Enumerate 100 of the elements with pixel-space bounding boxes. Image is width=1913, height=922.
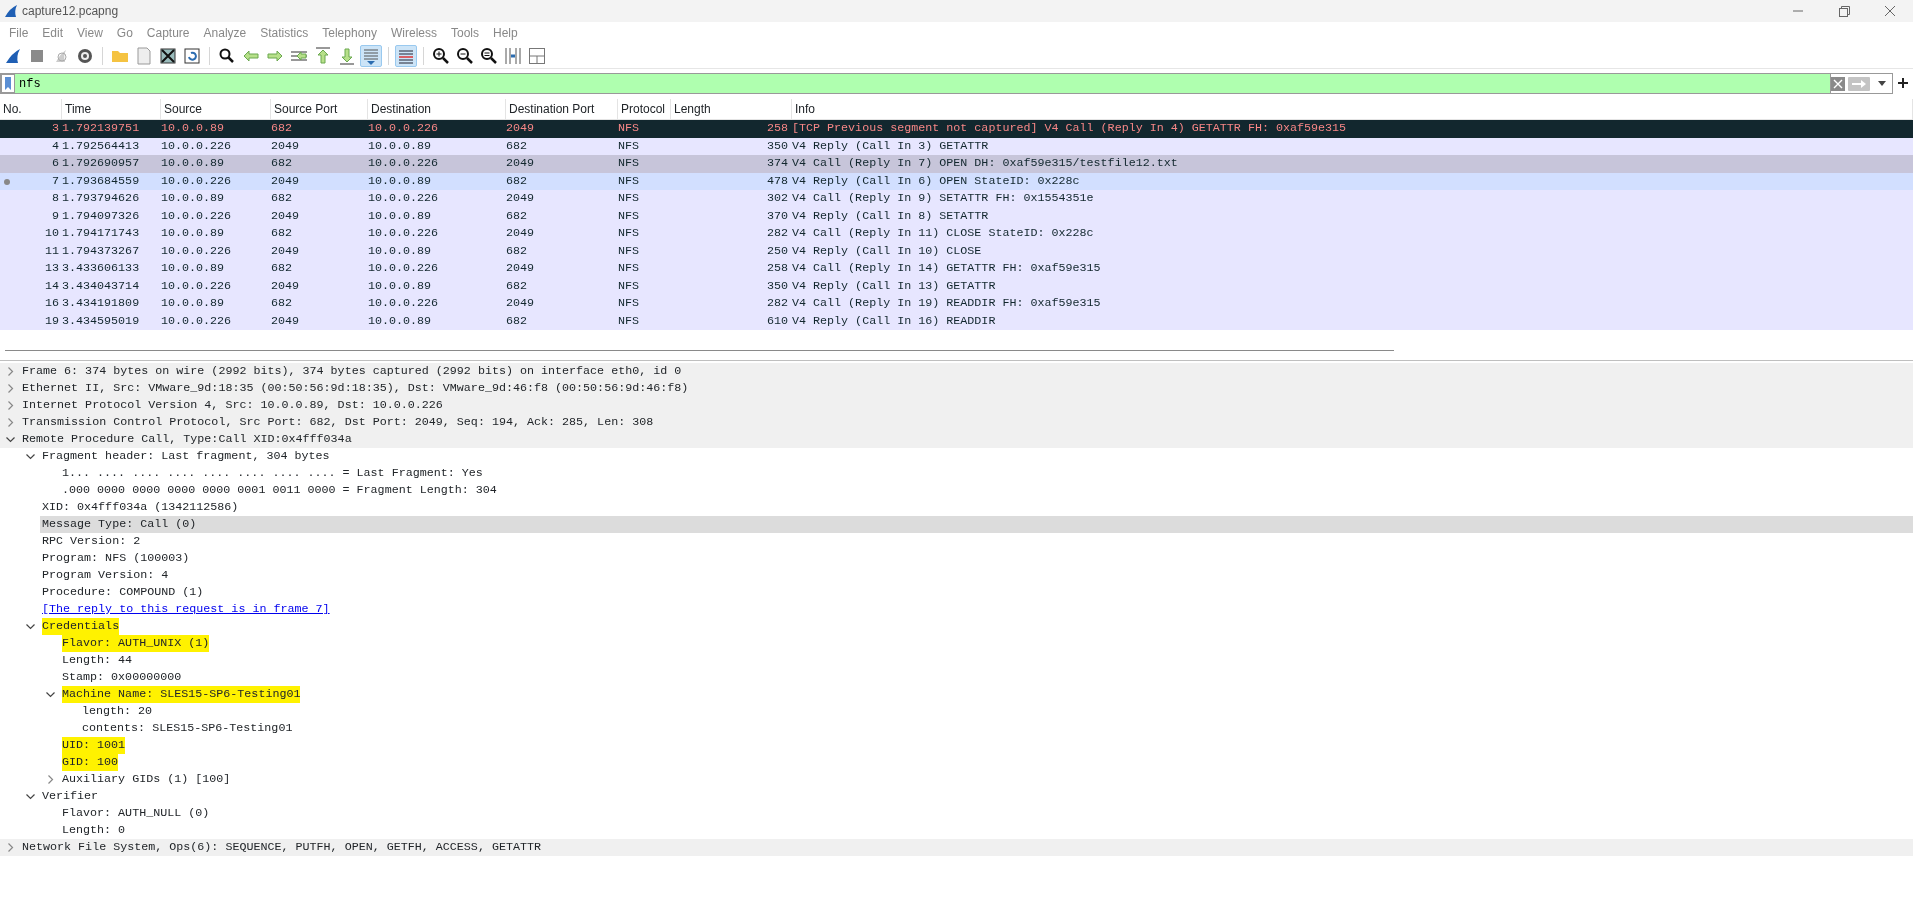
table-cell-text: 1.792690957 bbox=[62, 155, 141, 172]
menu-item[interactable]: Tools bbox=[444, 24, 486, 42]
table-cell-text: 370 bbox=[765, 207, 789, 225]
chevron-down-icon[interactable] bbox=[6, 435, 15, 444]
tree-item[interactable]: Frame 6: 374 bytes on wire (2992 bits), 374 bytes captured (2992 bits) on interface eth0, id 0 bbox=[22, 363, 682, 380]
packet-row[interactable]: 8 1.793794626 10.0.0.89 682 10.0.0.226 2049 NFS 302 V4 Call (Reply In 9) SETATTR FH: 0x1554351e bbox=[0, 190, 1913, 208]
tree-row[interactable]: Length: 44 bbox=[0, 652, 1913, 669]
menu-item[interactable]: File bbox=[2, 24, 36, 42]
tree-row[interactable]: Credentials bbox=[0, 618, 1913, 635]
chevron-right-icon[interactable] bbox=[6, 401, 15, 410]
tree-row[interactable]: Flavor: AUTH_NULL (0) bbox=[0, 805, 1913, 822]
tree-item[interactable]: Transmission Control Protocol, Src Port: 682, Dst Port: 2049, Seq: 194, Ack: 285, Len: 308 bbox=[22, 414, 654, 431]
table-cell-text: 282 bbox=[765, 295, 789, 312]
tree-row[interactable]: Stamp: 0x00000000 bbox=[0, 669, 1913, 686]
chevron-right-icon[interactable] bbox=[6, 843, 15, 852]
tree-item[interactable]: Credentials bbox=[42, 618, 120, 635]
tree-item: .000 0000 0000 0000 0000 0001 0011 0000 = Fragment Length: 304 bbox=[62, 482, 497, 499]
tree-item: XID: 0x4fff034a (1342112586) bbox=[42, 499, 239, 516]
menu-item[interactable]: View bbox=[70, 24, 110, 42]
tree-row[interactable]: Program Version: 4 bbox=[0, 567, 1913, 584]
tree-row[interactable]: Flavor: AUTH_UNIX (1) bbox=[0, 635, 1913, 652]
tree-item[interactable]: Verifier bbox=[42, 788, 99, 805]
tree-row[interactable]: Internet Protocol Version 4, Src: 10.0.0.89, Dst: 10.0.0.226 bbox=[0, 397, 1913, 414]
tree-row[interactable]: contents: SLES15-SP6-Testing01 bbox=[0, 720, 1913, 737]
table-cell-text: V4 Reply (Call In 10) CLOSE bbox=[792, 242, 983, 260]
resize-columns-icon bbox=[503, 46, 523, 66]
column-header[interactable]: Length bbox=[671, 98, 792, 120]
tree-row[interactable]: GID: 100 bbox=[0, 754, 1913, 771]
tree-row[interactable]: [The reply to this request is in frame 7] bbox=[0, 601, 1913, 618]
packet-row[interactable]: 13 3.433606133 10.0.0.89 682 10.0.0.226 2049 NFS 258 V4 Call (Reply In 14) GETATTR FH: 0xaf59e315 bbox=[0, 260, 1913, 278]
tree-row[interactable]: RPC Version: 2 bbox=[0, 533, 1913, 550]
table-cell-text: 682 bbox=[271, 190, 294, 207]
column-header[interactable]: Info bbox=[792, 98, 1913, 120]
tree-item[interactable]: Network File System, Ops(6): SEQUENCE, PUTFH, OPEN, GETFH, ACCESS, GETATTR bbox=[22, 839, 541, 856]
chevron-down-icon[interactable] bbox=[26, 792, 35, 801]
menu-item[interactable]: Telephony bbox=[315, 24, 384, 42]
colorize-button[interactable] bbox=[395, 45, 417, 67]
tree-row[interactable]: Length: 0 bbox=[0, 822, 1913, 839]
chevron-right-icon[interactable] bbox=[6, 367, 15, 376]
tree-row[interactable]: 1... .... .... .... .... .... .... .... = Last Fragment: Yes bbox=[0, 465, 1913, 482]
packet-row[interactable]: 3 1.792139751 10.0.0.89 682 10.0.0.226 2049 NFS 258 [TCP Previous segment not captured] V4 Call (Reply In 4) GETATTR FH: 0xaf59e315 bbox=[0, 120, 1913, 138]
packet-row[interactable]: 16 3.434191809 10.0.0.89 682 10.0.0.226 2049 NFS 282 V4 Call (Reply In 19) READDIR FH: 0xaf59e315 bbox=[0, 295, 1913, 313]
table-cell-text: V4 Reply (Call In 6) OPEN StateID: 0x228c bbox=[792, 172, 1081, 190]
menu-item[interactable]: Analyze bbox=[196, 24, 254, 42]
tree-row[interactable]: length: 20 bbox=[0, 703, 1913, 720]
tree-item[interactable]: Ethernet II, Src: VMware_9d:18:35 (00:50:56:9d:18:35), Dst: VMware_9d:46:f8 (00:50:56:9d:46:f8) bbox=[22, 380, 689, 397]
tree-row[interactable]: Verifier bbox=[0, 788, 1913, 805]
chevron-right-icon[interactable] bbox=[6, 384, 15, 393]
tree-item[interactable]: Machine Name: SLES15-SP6-Testing01 bbox=[62, 686, 301, 703]
chevron-down-icon[interactable] bbox=[26, 622, 35, 631]
reload-file-button[interactable] bbox=[181, 45, 203, 67]
tree-row[interactable]: Ethernet II, Src: VMware_9d:18:35 (00:50:56:9d:18:35), Dst: VMware_9d:46:f8 (00:50:56:9d:46:f8) bbox=[0, 380, 1913, 397]
tree-row[interactable]: UID: 1001 bbox=[0, 737, 1913, 754]
table-cell-text: 682 bbox=[506, 242, 529, 260]
chevron-down-icon[interactable] bbox=[46, 690, 55, 699]
tree-item: Stamp: 0x00000000 bbox=[62, 669, 182, 686]
menu-item[interactable]: Help bbox=[486, 24, 525, 42]
table-cell-text: 682 bbox=[506, 277, 529, 295]
column-header[interactable]: Time bbox=[62, 98, 161, 120]
column-header[interactable]: Source Port bbox=[271, 98, 368, 120]
close-file-button[interactable] bbox=[157, 45, 179, 67]
column-header[interactable]: Protocol bbox=[618, 98, 671, 120]
column-header[interactable]: Destination Port bbox=[506, 98, 618, 120]
packet-row[interactable]: 10 1.794171743 10.0.0.89 682 10.0.0.226 2049 NFS 282 V4 Call (Reply In 11) CLOSE StateID: 0x228c bbox=[0, 225, 1913, 243]
tree-item[interactable]: Internet Protocol Version 4, Src: 10.0.0.89, Dst: 10.0.0.226 bbox=[22, 397, 443, 414]
menu-item[interactable]: Go bbox=[109, 24, 140, 42]
packet-row[interactable]: 6 1.792690957 10.0.0.89 682 10.0.0.226 2049 NFS 374 V4 Call (Reply In 7) OPEN DH: 0xaf59e315/testfile12.txt bbox=[0, 155, 1913, 173]
tree-item[interactable]: Fragment header: Last fragment, 304 bytes bbox=[42, 448, 330, 465]
menu-item[interactable]: Statistics bbox=[253, 24, 316, 42]
tree-item[interactable]: Remote Procedure Call, Type:Call XID:0x4fff034a bbox=[22, 431, 352, 448]
column-header[interactable]: No. bbox=[0, 98, 62, 120]
tree-row[interactable]: Procedure: COMPOUND (1) bbox=[0, 584, 1913, 601]
chevron-right-icon[interactable] bbox=[46, 775, 55, 784]
tree-row[interactable]: Transmission Control Protocol, Src Port: 682, Dst Port: 2049, Seq: 194, Ack: 285, Len: 308 bbox=[0, 414, 1913, 431]
chevron-down-icon[interactable] bbox=[26, 452, 35, 461]
table-cell-text: 10.0.0.89 bbox=[161, 260, 226, 277]
table-cell-text: 682 bbox=[506, 312, 529, 330]
arrow-down-icon bbox=[337, 46, 357, 66]
tree-row[interactable]: Message Type: Call (0) bbox=[0, 516, 1913, 533]
tree-row[interactable]: Fragment header: Last fragment, 304 bytes bbox=[0, 448, 1913, 465]
tree-row[interactable]: Machine Name: SLES15-SP6-Testing01 bbox=[0, 686, 1913, 703]
column-header[interactable]: Destination bbox=[368, 98, 506, 120]
tree-row[interactable]: Remote Procedure Call, Type:Call XID:0x4fff034a bbox=[0, 431, 1913, 448]
layout-button[interactable] bbox=[526, 45, 548, 67]
tree-row[interactable]: Program: NFS (100003) bbox=[0, 550, 1913, 567]
tree-row[interactable]: Network File System, Ops(6): SEQUENCE, PUTFH, OPEN, GETFH, ACCESS, GETATTR bbox=[0, 839, 1913, 856]
table-cell-text: 16 bbox=[43, 295, 60, 312]
table-cell-text: 250 bbox=[765, 242, 789, 260]
tree-item[interactable]: Auxiliary GIDs (1) [100] bbox=[62, 771, 231, 788]
tree-row[interactable]: .000 0000 0000 0000 0000 0001 0011 0000 = Fragment Length: 304 bbox=[0, 482, 1913, 499]
chevron-right-icon[interactable] bbox=[6, 418, 15, 427]
column-header[interactable]: Source bbox=[161, 98, 271, 120]
menu-item[interactable]: Edit bbox=[35, 24, 71, 42]
menu-item[interactable]: Wireless bbox=[384, 24, 444, 42]
tree-row[interactable]: Frame 6: 374 bytes on wire (2992 bits), 374 bytes captured (2992 bits) on interface eth0, id 0 bbox=[0, 363, 1913, 380]
autoscroll-button[interactable] bbox=[360, 45, 382, 67]
menu-item[interactable]: Capture bbox=[139, 24, 197, 42]
frame-link[interactable]: [The reply to this request is in frame 7] bbox=[42, 601, 330, 618]
tree-row[interactable]: XID: 0x4fff034a (1342112586) bbox=[0, 499, 1913, 516]
tree-row[interactable]: Auxiliary GIDs (1) [100] bbox=[0, 771, 1913, 788]
